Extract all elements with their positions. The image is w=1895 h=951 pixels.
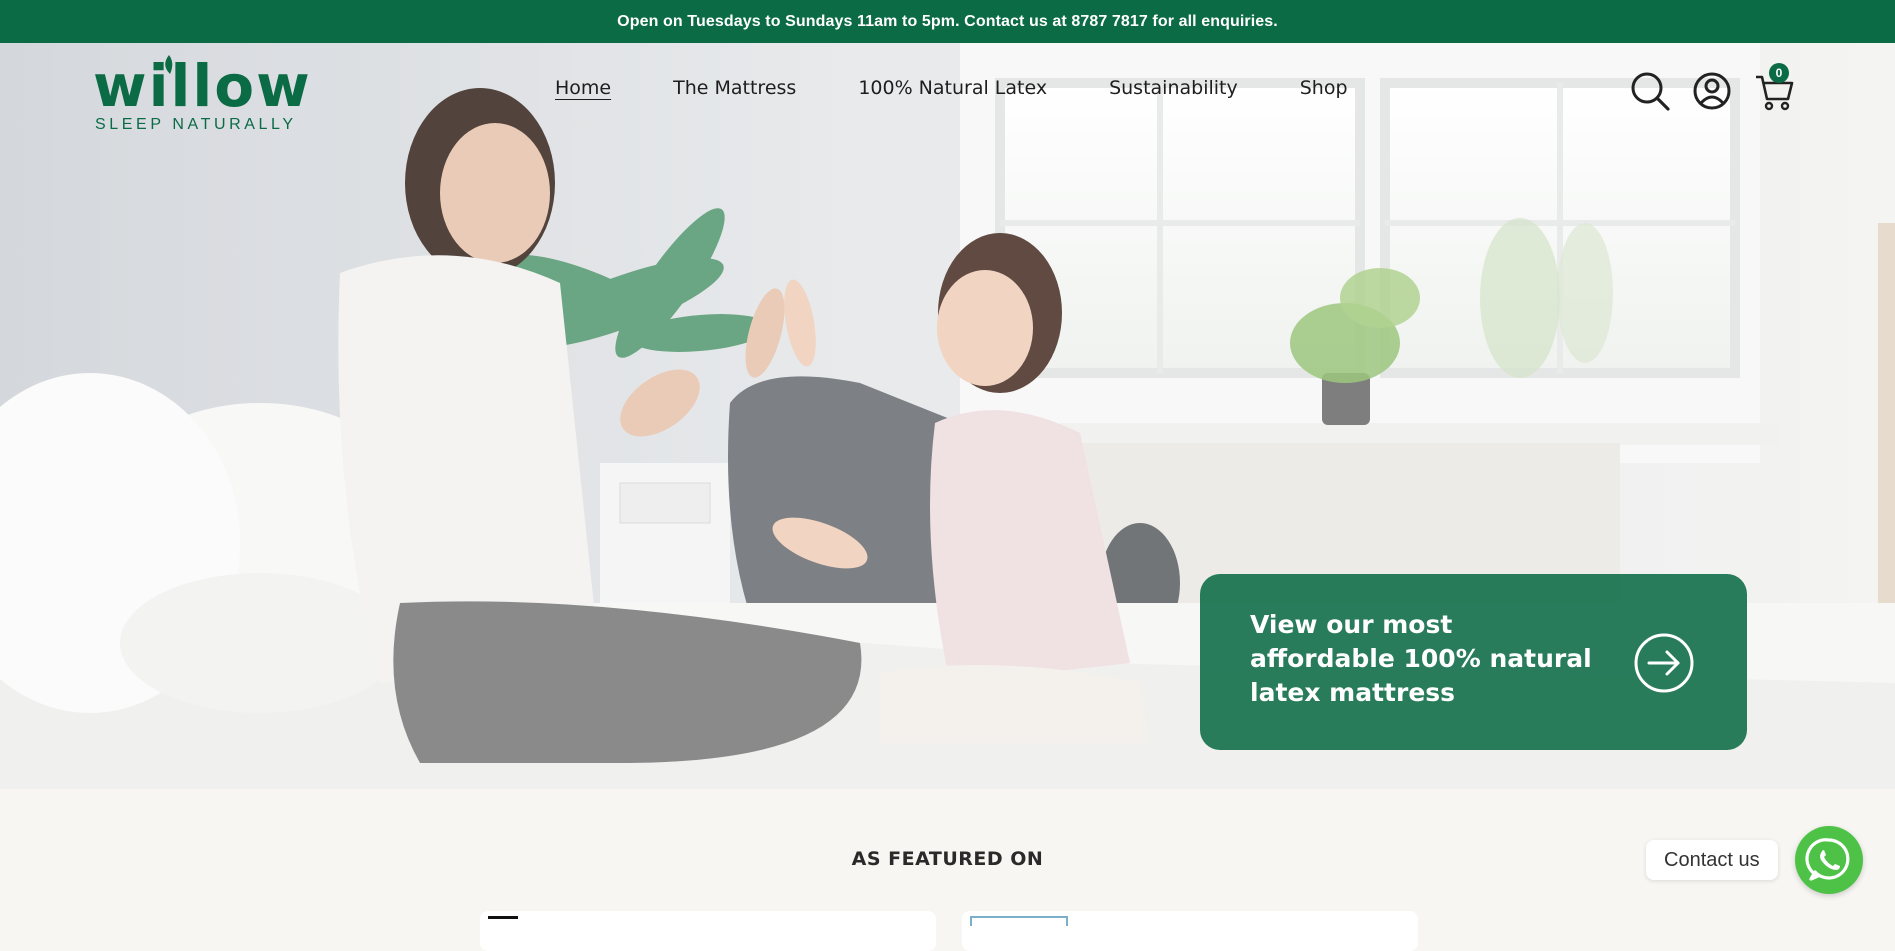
arrow-right-circle-icon[interactable] — [1633, 632, 1695, 694]
featured-section: AS FEATURED ON — [0, 789, 1895, 951]
hero-cta-card[interactable]: View our most affordable 100% natural la… — [1200, 574, 1747, 750]
contact-us-label: Contact us — [1664, 848, 1760, 871]
nav-item-shop[interactable]: Shop — [1300, 75, 1348, 101]
press-logo — [970, 916, 1068, 926]
nav-item-home[interactable]: Home — [555, 75, 611, 101]
contact-us-button[interactable]: Contact us — [1646, 840, 1778, 880]
main-nav: Home The Mattress 100% Natural Latex Sus… — [555, 75, 1410, 101]
search-icon[interactable] — [1628, 69, 1672, 113]
site-header: willow SLEEP NATURALLY Home The Mattress… — [0, 43, 1895, 139]
nav-item-the-mattress[interactable]: The Mattress — [673, 75, 796, 101]
press-logo-card[interactable] — [480, 911, 936, 951]
cart-count-badge: 0 — [1769, 63, 1789, 83]
whatsapp-button[interactable] — [1795, 826, 1863, 894]
leaf-icon — [165, 55, 173, 74]
account-icon[interactable] — [1690, 69, 1734, 113]
nav-item-natural-latex[interactable]: 100% Natural Latex — [858, 75, 1047, 101]
announcement-text: Open on Tuesdays to Sundays 11am to 5pm.… — [617, 12, 1278, 30]
nav-item-sustainability[interactable]: Sustainability — [1109, 75, 1238, 101]
press-logo — [488, 916, 518, 926]
featured-title: AS FEATURED ON — [851, 848, 1044, 870]
press-logo-card[interactable] — [962, 911, 1418, 951]
brand-logo[interactable]: willow SLEEP NATURALLY — [93, 51, 310, 135]
hero-cta-text: View our most affordable 100% natural la… — [1250, 610, 1592, 707]
brand-name: willow — [93, 52, 312, 120]
announcement-bar: Open on Tuesdays to Sundays 11am to 5pm.… — [0, 0, 1895, 43]
brand-tagline: SLEEP NATURALLY — [95, 116, 297, 133]
whatsapp-icon — [1805, 838, 1850, 881]
